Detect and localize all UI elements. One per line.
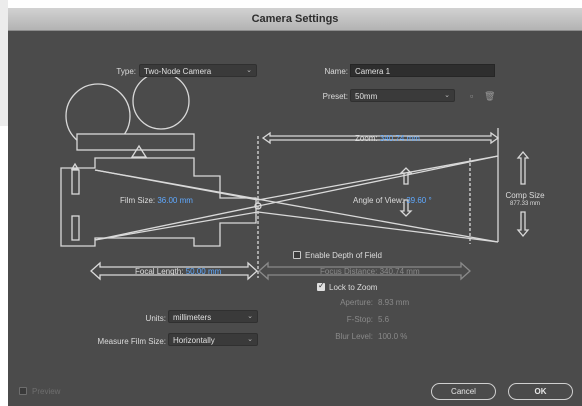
film-size-label: Film Size: 36.00 mm [120, 196, 193, 205]
enable-depth-of-field-label: Enable Depth of Field [305, 251, 382, 260]
chevron-down-icon: ⌄ [444, 92, 450, 99]
f-stop-label: F-Stop: [346, 315, 373, 324]
preset-value: 50mm [355, 92, 378, 101]
cone-bottom-left [94, 211, 259, 241]
units-value: millimeters [173, 313, 212, 322]
units-dropdown[interactable]: millimeters ⌄ [168, 310, 258, 323]
units-label: Units: [145, 314, 166, 323]
camera-settings-dialog: Camera Settings Type: Two-Node Camera ⌄ … [8, 8, 582, 406]
comp-size-value: 877.33 mm [509, 201, 540, 207]
lock-to-zoom-checkbox[interactable] [317, 281, 325, 291]
measure-film-size-value: Horizontally [173, 336, 215, 345]
focal-length-label-text: Focal Length: [135, 267, 184, 276]
name-input[interactable]: Camera 1 [350, 64, 495, 77]
comp-arrow-down [516, 211, 530, 238]
chevron-down-icon: ⌄ [247, 336, 253, 343]
focus-distance-label: Focus Distance: 340.74 mm [320, 267, 420, 276]
angle-of-view-value[interactable]: 39.60 ° [406, 196, 431, 205]
name-label: Name: [324, 67, 348, 76]
focal-length-value[interactable]: 50.00 mm [186, 267, 222, 276]
chevron-down-icon: ⌄ [247, 313, 253, 320]
cross-line-a [94, 169, 499, 243]
save-preset-icon[interactable]: ▫ [470, 91, 473, 101]
film-size-value[interactable]: 36.00 mm [157, 196, 193, 205]
zoom-value[interactable]: 340.74 mm [380, 134, 420, 143]
comp-arrow-up [516, 150, 530, 185]
lock-to-zoom-label: Lock to Zoom [329, 283, 378, 292]
film-slot-bottom [71, 215, 80, 241]
trash-icon[interactable]: 🗑 [484, 91, 495, 101]
blur-level-label: Blur Level: [335, 332, 373, 341]
focal-length-label: Focal Length: 50.00 mm [135, 267, 221, 276]
type-value: Two-Node Camera [144, 67, 212, 76]
background-panel [0, 0, 8, 126]
cancel-button[interactable]: Cancel [431, 383, 496, 400]
comp-size-label: Comp Size [505, 191, 545, 200]
angle-of-view-label: Angle of View: 39.60 ° [353, 196, 432, 205]
measure-film-size-label: Measure Film Size: [97, 337, 166, 346]
type-label: Type: [116, 67, 136, 76]
preview-checkbox[interactable] [19, 387, 27, 395]
f-stop-value: 5.6 [378, 315, 390, 324]
aperture-value: 8.93 mm [378, 298, 410, 307]
aperture-label: Aperture: [340, 298, 373, 307]
cone-bottom-right [257, 211, 499, 243]
film-size-label-text: Film Size: [120, 196, 156, 205]
chevron-down-icon: ⌄ [246, 67, 252, 74]
preset-label: Preset: [322, 92, 348, 101]
ok-button[interactable]: OK [508, 383, 573, 400]
blur-level-value: 100.0 % [378, 332, 408, 341]
angle-of-view-label-text: Angle of View: [353, 196, 404, 205]
film-reel-right [132, 72, 190, 130]
type-dropdown[interactable]: Two-Node Camera ⌄ [139, 64, 257, 77]
camera-body [76, 133, 195, 151]
zoom-label-text: Zoom: [355, 134, 378, 143]
film-slot-top [71, 169, 80, 195]
preview-label: Preview [32, 387, 61, 396]
measure-film-size-dropdown[interactable]: Horizontally ⌄ [168, 333, 258, 346]
focus-distance-label-text: Focus Distance: [320, 267, 378, 276]
preset-dropdown[interactable]: 50mm ⌄ [350, 89, 455, 102]
enable-depth-of-field-checkbox[interactable] [293, 251, 301, 259]
focus-distance-value: 340.74 mm [379, 267, 420, 276]
cone-top-right [257, 155, 499, 201]
zoom-label: Zoom: 340.74 mm [355, 134, 420, 143]
